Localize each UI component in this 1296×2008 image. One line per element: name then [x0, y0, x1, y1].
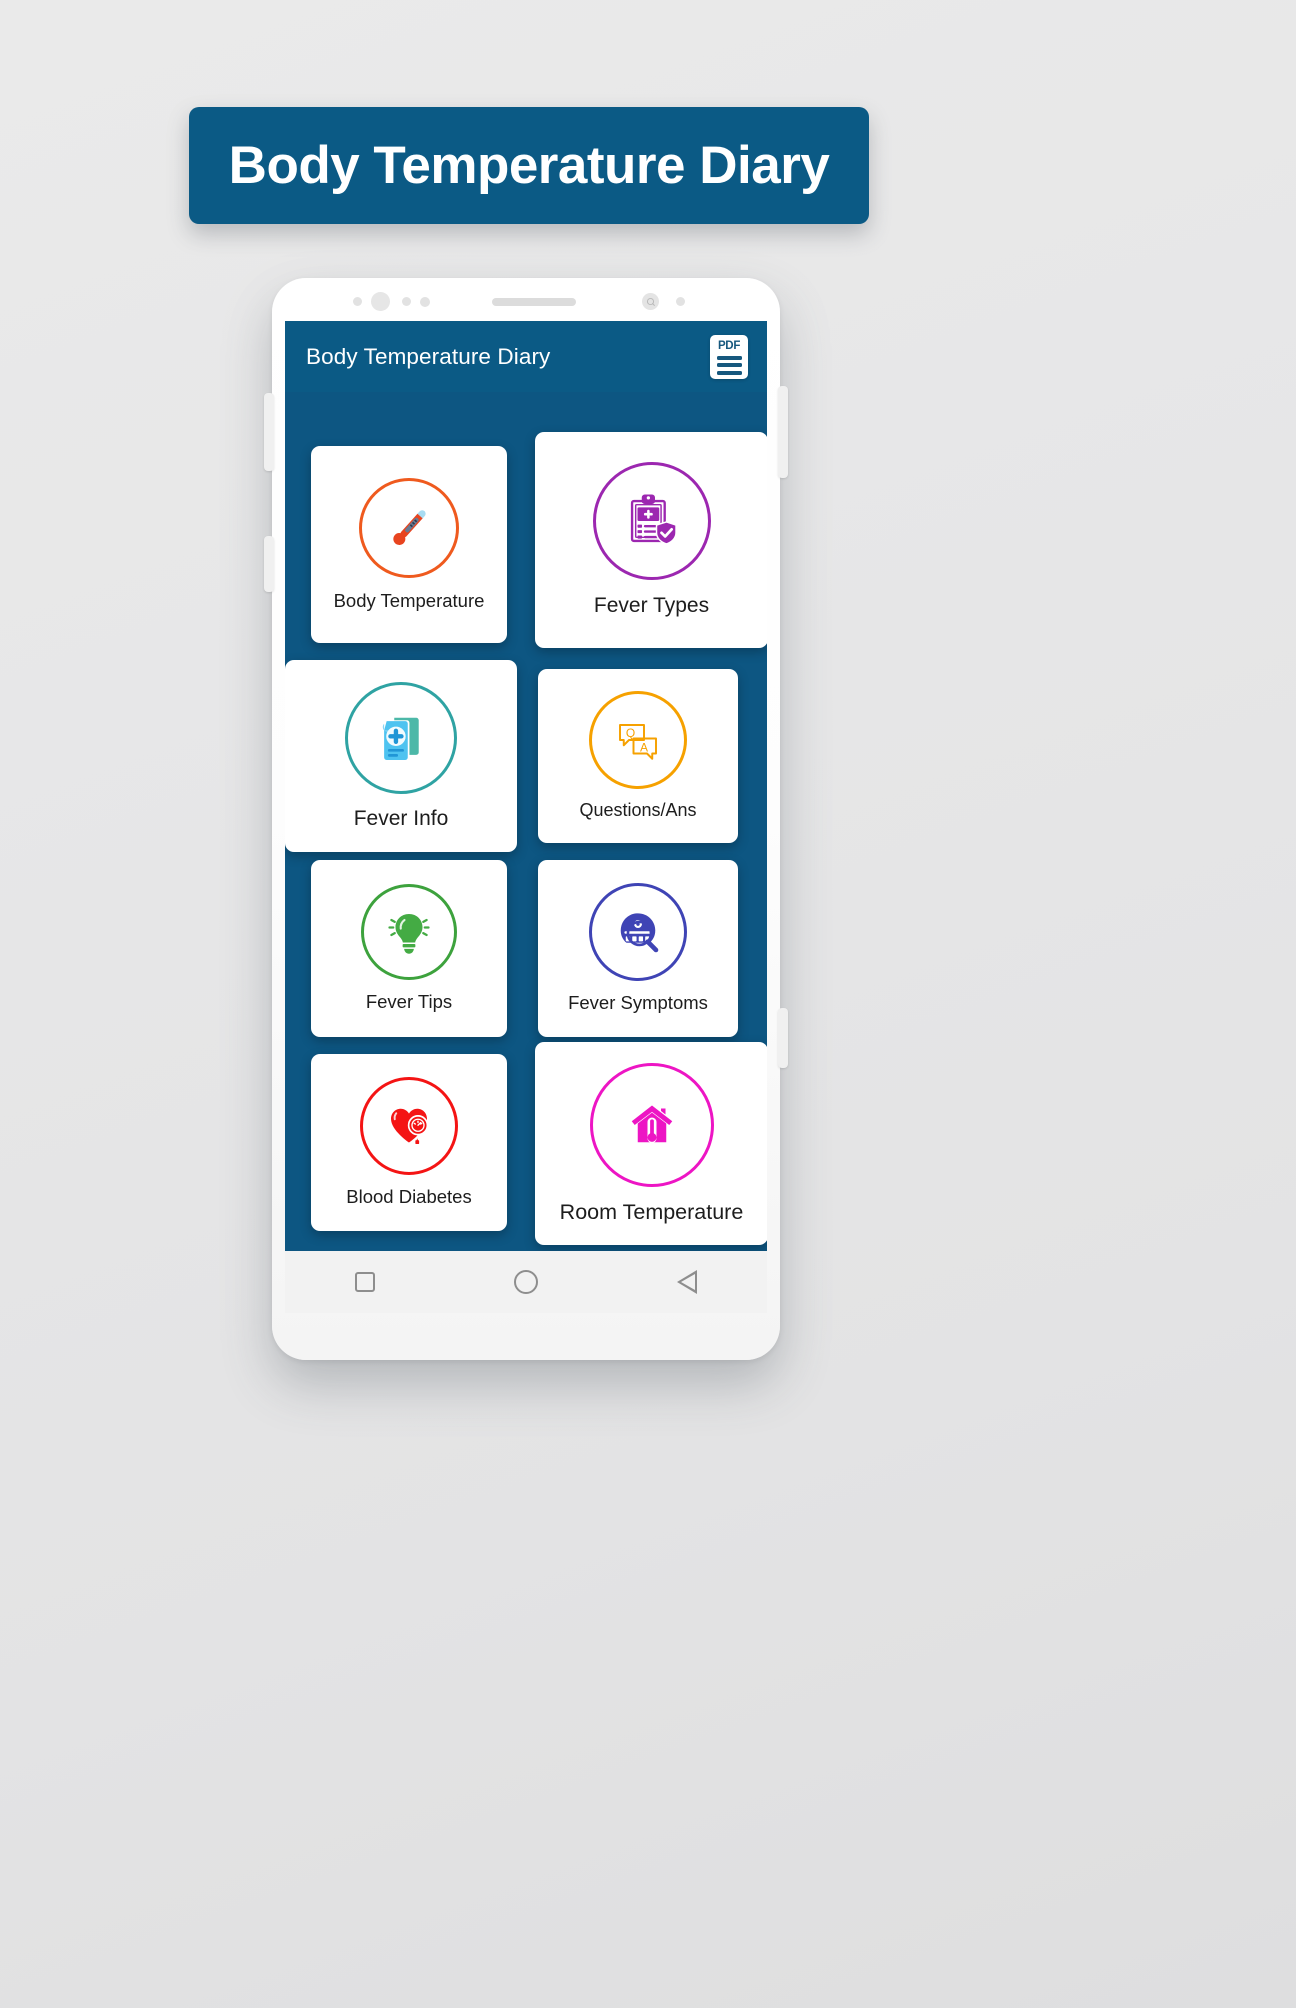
phone-side-button[interactable]: [778, 1008, 788, 1068]
phone-bottom-chin: [272, 1313, 780, 1360]
proximity-sensor-icon: [353, 297, 362, 306]
front-camera-icon: [371, 292, 390, 311]
thermometer-icon: [393, 510, 426, 545]
ir-sensor-icon: [420, 297, 430, 307]
pdf-icon-line: [716, 363, 742, 367]
tile-fever-tips[interactable]: Fever Tips: [311, 860, 507, 1037]
tile-fever-symptoms[interactable]: Fever Symptoms: [538, 860, 738, 1037]
led-indicator-icon: [642, 293, 659, 310]
head-magnifier-icon: [620, 913, 659, 953]
clipboard-shield-icon: [630, 494, 677, 546]
tile-label: Body Temperature: [333, 589, 485, 611]
tile-label: Room Temperature: [559, 1199, 744, 1224]
light-sensor-icon: [402, 297, 411, 306]
tile-label: Fever Tips: [365, 991, 453, 1013]
svg-text:A: A: [640, 740, 648, 754]
tile-icon-ring: [359, 477, 459, 578]
title-banner: Body Temperature Diary: [189, 107, 869, 224]
app-title: Body Temperature Diary: [306, 343, 551, 369]
pdf-export-button[interactable]: PDF: [710, 334, 748, 379]
pdf-icon-line: [716, 370, 742, 375]
lightbulb-icon: [388, 914, 430, 955]
tile-label: Blood Diabetes: [346, 1186, 472, 1208]
tile-label: Questions/Ans: [579, 800, 697, 821]
app-screen: Body Temperature Diary PDF Body Temperat…: [285, 321, 767, 1251]
menu-tile-grid: Body Temperature Fever Types Fever Info …: [285, 392, 767, 1251]
mic-hole-icon: [676, 297, 685, 306]
medical-document-icon: [382, 717, 419, 760]
tile-blood-diabetes[interactable]: Blood Diabetes: [311, 1054, 507, 1231]
tile-icon-ring: [345, 681, 457, 794]
phone-mockup: Body Temperature Diary PDF Body Temperat…: [264, 278, 788, 1360]
house-thermometer-icon: [631, 1105, 672, 1143]
back-button-icon[interactable]: [676, 1270, 698, 1294]
phone-top-bezel: [272, 278, 780, 322]
tile-icon-ring: [589, 883, 687, 982]
tile-body-temperature[interactable]: Body Temperature: [311, 446, 507, 643]
earpiece-speaker-icon: [492, 298, 576, 306]
tile-fever-info[interactable]: Fever Info: [285, 660, 517, 852]
tile-label: Fever Symptoms: [568, 992, 708, 1014]
tile-icon-ring: [361, 884, 457, 981]
tile-icon-ring: [360, 1077, 458, 1176]
tile-icon-ring: Q A: [589, 691, 687, 790]
tile-icon-ring: [592, 462, 711, 581]
android-nav-bar: [285, 1251, 767, 1313]
sensor-glyph-icon: [646, 297, 655, 306]
tile-icon-ring: [589, 1062, 714, 1187]
app-header-bar: Body Temperature Diary PDF: [285, 321, 767, 392]
home-button-icon[interactable]: [513, 1270, 538, 1294]
recents-button-icon[interactable]: [354, 1272, 375, 1292]
banner-title: Body Temperature Diary: [228, 136, 830, 195]
tile-questions-answers[interactable]: Q A Questions/Ans: [538, 669, 738, 843]
qa-speech-bubbles-icon: Q A: [619, 724, 657, 760]
tile-label: Fever Info: [353, 806, 449, 830]
phone-power-button[interactable]: [778, 386, 788, 478]
pdf-icon-line: [716, 355, 742, 360]
pdf-icon-label: PDF: [717, 339, 741, 352]
heart-gauge-icon: [391, 1109, 429, 1145]
tile-room-temperature[interactable]: Room Temperature: [535, 1042, 767, 1245]
phone-volume-up-button[interactable]: [264, 393, 274, 471]
svg-text:Q: Q: [626, 726, 635, 740]
tile-fever-types[interactable]: Fever Types: [535, 432, 767, 648]
phone-volume-down-button[interactable]: [264, 536, 274, 592]
tile-label: Fever Types: [593, 594, 710, 618]
